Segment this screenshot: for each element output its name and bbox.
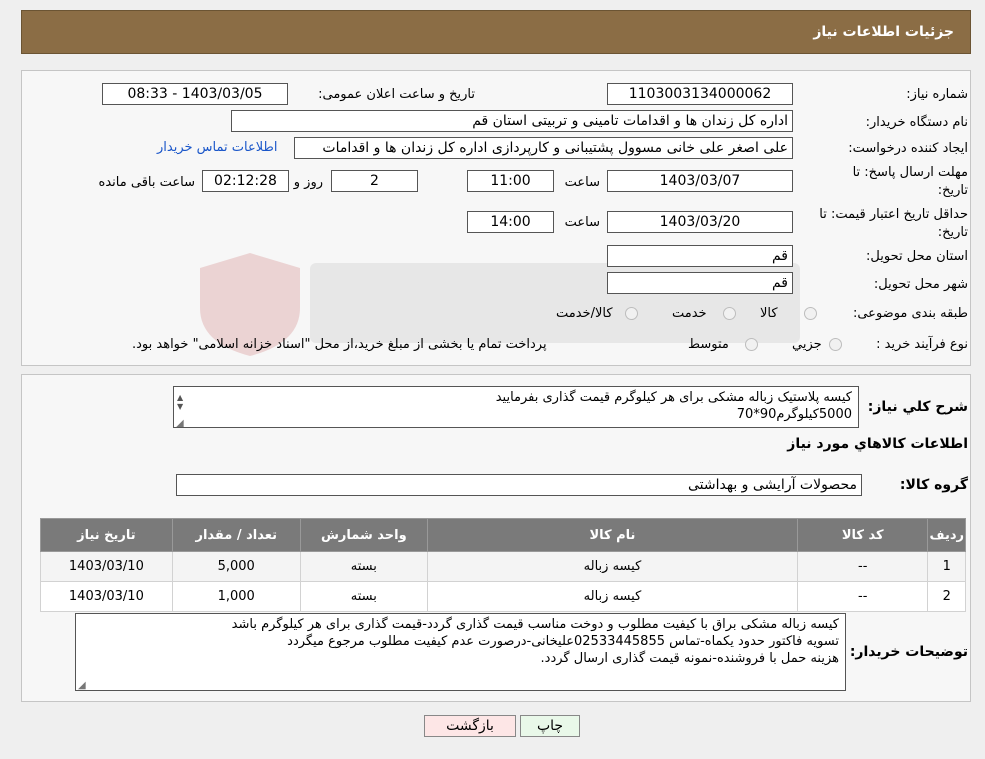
scroll-down-icon[interactable]: ▼ bbox=[177, 398, 183, 415]
table-row: 1 -- کیسه زباله بسته 5,000 1403/03/10 bbox=[40, 551, 966, 582]
announce-datetime-label: تاریخ و ساعت اعلان عمومی: bbox=[318, 87, 475, 102]
need-number-field: 1103003134000062 bbox=[607, 83, 793, 105]
cell-unit: بسته bbox=[299, 551, 428, 582]
requester-field: علی اصغر علی خانی مسوول پشتیبانی و کارپر… bbox=[294, 137, 793, 159]
purchase-minor-label: جزیي bbox=[792, 337, 822, 352]
category-goods-service-label: کالا/خدمت bbox=[556, 306, 613, 321]
category-service-radio[interactable] bbox=[723, 307, 736, 320]
page-header: جزئیات اطلاعات نیاز bbox=[21, 10, 971, 54]
col-unit: واحد شمارش bbox=[299, 518, 428, 552]
treasury-note: پرداخت تمام یا بخشی از مبلغ خرید،از محل … bbox=[132, 337, 547, 352]
need-number-label: شماره نیاز: bbox=[906, 87, 968, 102]
purchase-minor-radio[interactable] bbox=[829, 338, 842, 351]
col-qty: تعداد / مقدار bbox=[171, 518, 301, 552]
buyer-org-label: نام دستگاه خریدار: bbox=[865, 115, 968, 130]
cell-name: کیسه زباله bbox=[426, 551, 798, 582]
category-goods-radio[interactable] bbox=[804, 307, 817, 320]
page-title: جزئیات اطلاعات نیاز bbox=[813, 24, 954, 40]
buyer-org-field: اداره کل زندان ها و اقدامات تامینی و ترب… bbox=[231, 110, 793, 132]
goods-table: ردیف کد کالا نام کالا واحد شمارش تعداد /… bbox=[40, 518, 966, 612]
category-service-label: خدمت bbox=[672, 306, 707, 321]
cell-row: 1 bbox=[927, 551, 966, 582]
cell-unit: بسته bbox=[299, 581, 428, 612]
delivery-city-label: شهر محل تحویل: bbox=[873, 277, 968, 292]
send-deadline-label-2: تاریخ: bbox=[937, 183, 968, 198]
col-code: کد کالا bbox=[796, 518, 929, 552]
send-time-field: 11:00 bbox=[467, 170, 554, 192]
goods-group-label: گروه کالا: bbox=[899, 477, 968, 493]
purchase-type-label: نوع فرآیند خرید : bbox=[876, 337, 968, 352]
notes-line-1: کیسه زباله مشکی براق با کیفیت مطلوب و دو… bbox=[231, 617, 839, 632]
general-desc-textarea[interactable]: کیسه پلاستیک زباله مشکی برای هر کیلوگرم … bbox=[173, 386, 859, 428]
announce-datetime-field: 1403/03/05 - 08:33 bbox=[102, 83, 288, 105]
general-desc-label: شرح کلي نياز: bbox=[867, 399, 968, 415]
table-row: 2 -- کیسه زباله بسته 1,000 1403/03/10 bbox=[40, 581, 966, 612]
cell-code: -- bbox=[796, 581, 929, 612]
price-validity-label-2: تاریخ: bbox=[937, 225, 968, 240]
validity-time-field: 14:00 bbox=[467, 211, 554, 233]
cell-qty: 1,000 bbox=[171, 581, 301, 612]
delivery-province-field: قم bbox=[607, 245, 793, 267]
remaining-time-field: 02:12:28 bbox=[202, 170, 289, 192]
cell-qty: 5,000 bbox=[171, 551, 301, 582]
requester-label: ایجاد کننده درخواست: bbox=[848, 141, 968, 156]
days-label: روز و bbox=[293, 175, 323, 190]
category-goods-service-radio[interactable] bbox=[625, 307, 638, 320]
print-button[interactable]: چاپ bbox=[520, 715, 580, 737]
goods-group-field: محصولات آرایشی و بهداشتی bbox=[176, 474, 862, 496]
cell-date: 1403/03/10 bbox=[40, 581, 173, 612]
validity-date-field: 1403/03/20 bbox=[607, 211, 793, 233]
send-deadline-label-1: مهلت ارسال پاسخ: تا bbox=[852, 165, 968, 180]
resize-handle-icon[interactable]: ◢ bbox=[176, 415, 184, 427]
desc-line-2: 5000کیلوگرم90*70 bbox=[736, 407, 852, 422]
delivery-province-label: استان محل تحویل: bbox=[866, 249, 968, 264]
col-row: ردیف bbox=[927, 518, 966, 552]
buyer-notes-label: توضیحات خریدار: bbox=[849, 644, 968, 660]
col-name: نام کالا bbox=[426, 518, 798, 552]
notes-line-3: هزینه حمل با فروشنده-نمونه قیمت گذاری ار… bbox=[540, 651, 839, 666]
remaining-label: ساعت باقی مانده bbox=[98, 175, 195, 190]
notes-line-2: تسویه فاکتور حدود یکماه-تماس 02533445855… bbox=[287, 634, 839, 649]
category-label: طبقه بندی موضوعی: bbox=[852, 306, 968, 321]
buyer-notes-textarea[interactable]: کیسه زباله مشکی براق با کیفیت مطلوب و دو… bbox=[75, 613, 846, 691]
send-time-label: ساعت bbox=[564, 175, 600, 190]
buyer-contact-link[interactable]: اطلاعات تماس خریدار bbox=[157, 140, 277, 155]
back-button[interactable]: بازگشت bbox=[424, 715, 516, 737]
desc-line-1: کیسه پلاستیک زباله مشکی برای هر کیلوگرم … bbox=[495, 390, 852, 405]
cell-name: کیسه زباله bbox=[426, 581, 798, 612]
validity-time-label: ساعت bbox=[564, 215, 600, 230]
cell-row: 2 bbox=[927, 581, 966, 612]
goods-info-heading: اطلاعات کالاهاي مورد نياز bbox=[787, 436, 968, 452]
send-date-field: 1403/03/07 bbox=[607, 170, 793, 192]
price-validity-label-1: حداقل تاریخ اعتبار قیمت: تا bbox=[819, 207, 968, 222]
purchase-medium-radio[interactable] bbox=[745, 338, 758, 351]
cell-date: 1403/03/10 bbox=[40, 551, 173, 582]
table-header-row: ردیف کد کالا نام کالا واحد شمارش تعداد /… bbox=[40, 518, 966, 552]
days-field: 2 bbox=[331, 170, 418, 192]
purchase-medium-label: متوسط bbox=[688, 337, 729, 352]
col-date: تاریخ نیاز bbox=[40, 518, 173, 552]
resize-handle-icon[interactable]: ◢ bbox=[78, 677, 86, 690]
category-goods-label: کالا bbox=[760, 306, 778, 321]
cell-code: -- bbox=[796, 551, 929, 582]
delivery-city-field: قم bbox=[607, 272, 793, 294]
